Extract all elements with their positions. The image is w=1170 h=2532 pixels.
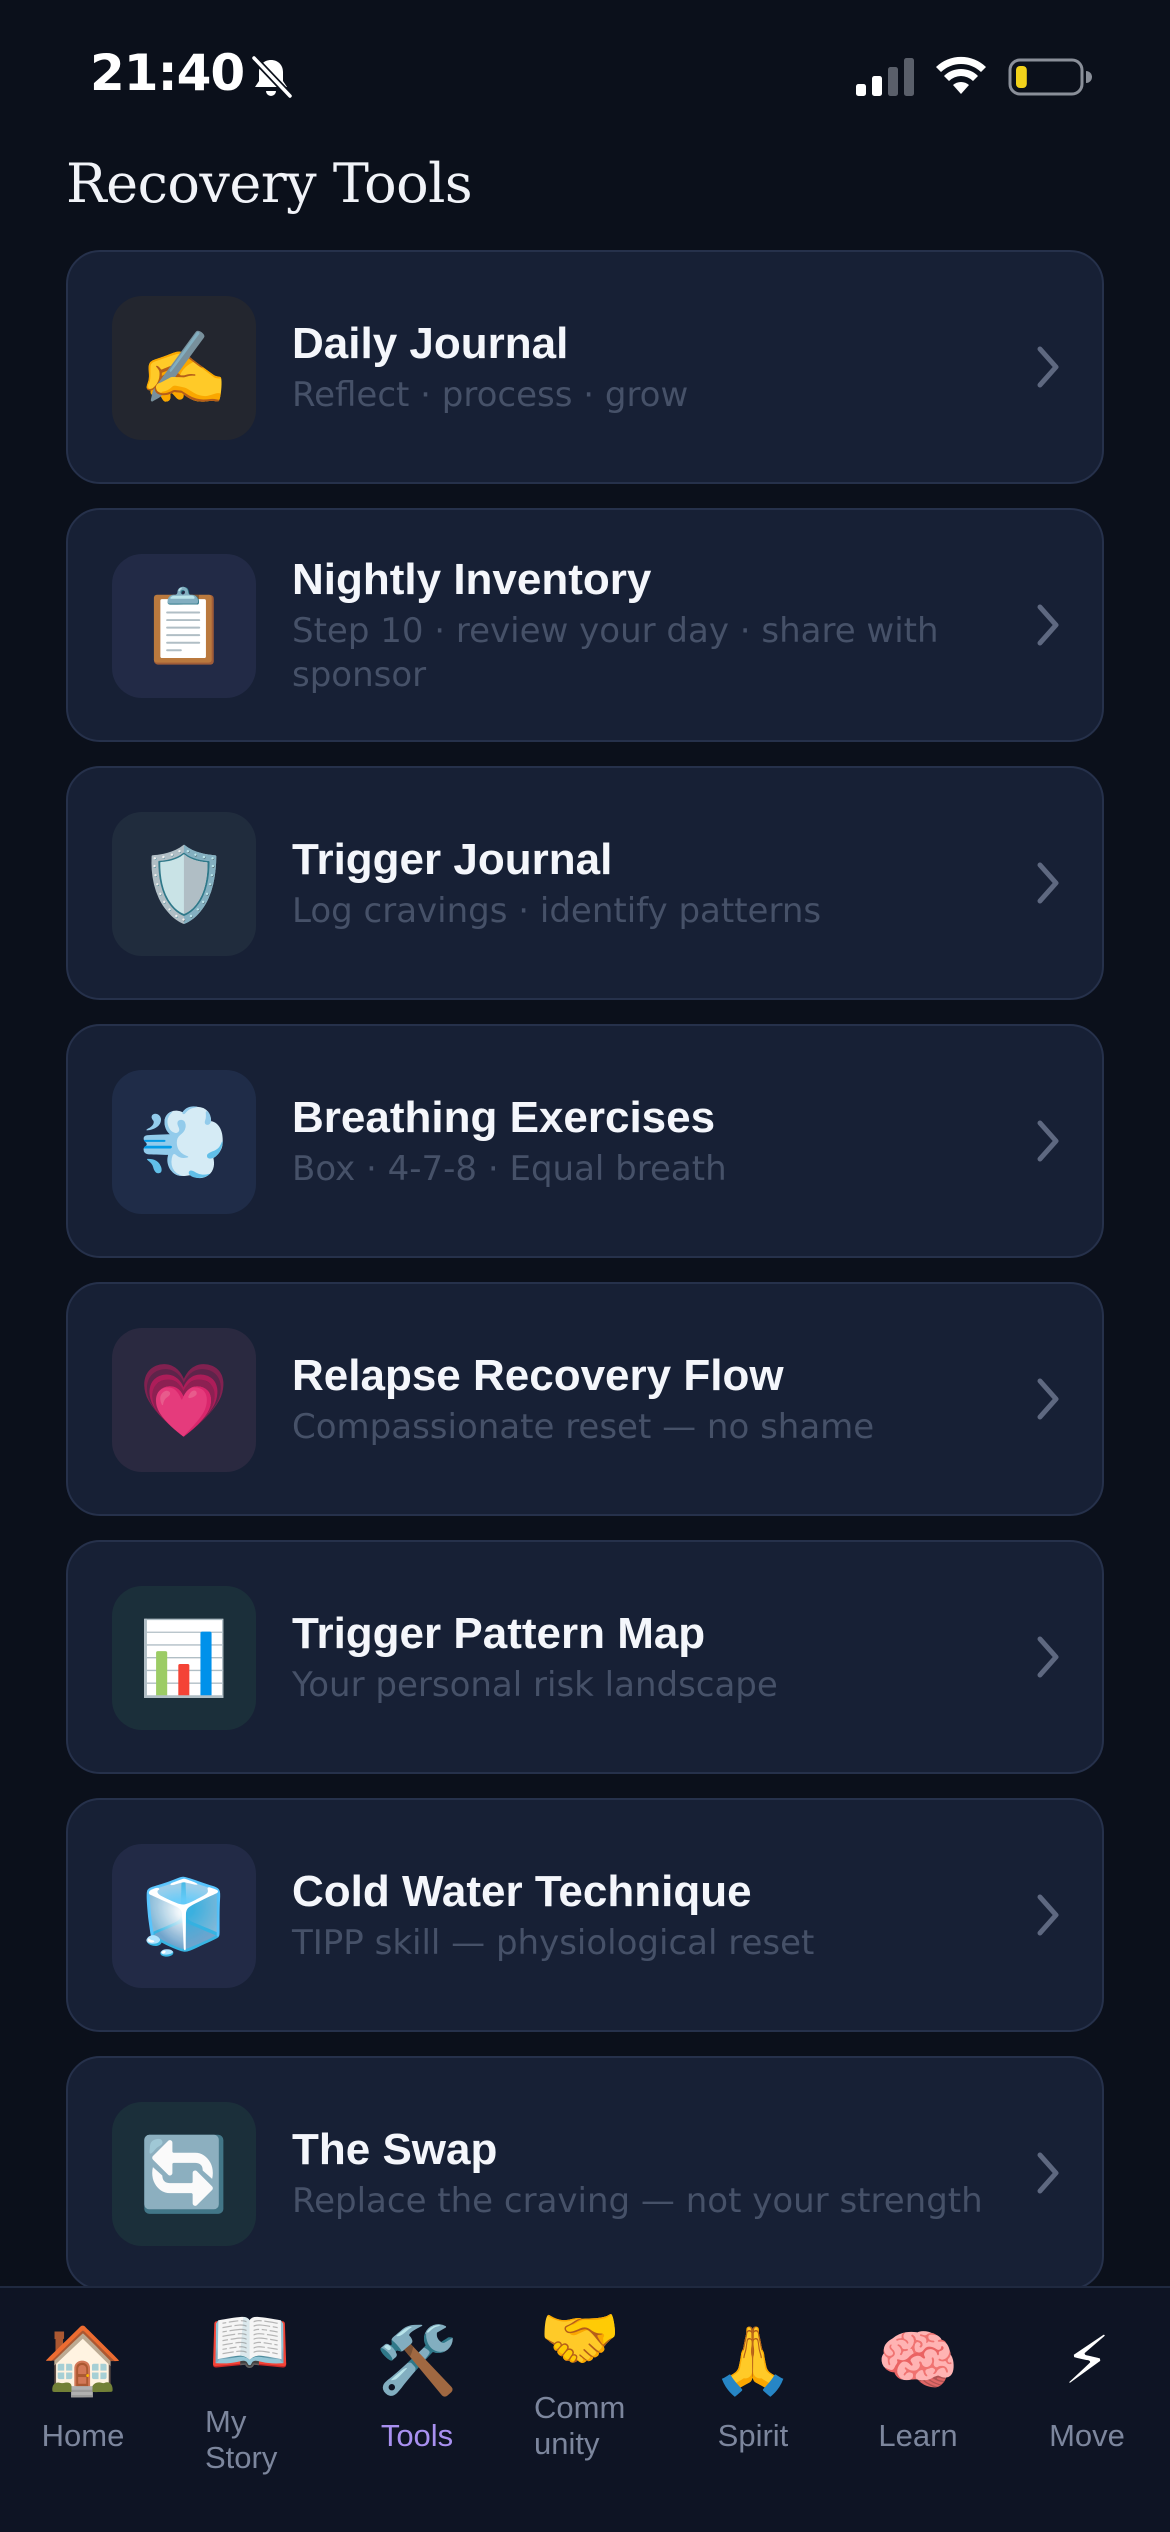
tool-title: Trigger Pattern Map	[292, 1609, 706, 1658]
status-bar: 21:40	[0, 0, 1170, 150]
nav-label: Tools	[380, 2418, 454, 2453]
nav-item-tools[interactable]: 🛠️ Tools	[352, 2288, 482, 2532]
shield-icon: 🛡️	[112, 812, 256, 956]
tool-subtitle: Compassionate reset — no shame	[292, 1407, 875, 1447]
tool-card-relapse-recovery-flow[interactable]: 💗 Relapse Recovery Flow Compassionate re…	[66, 1282, 1104, 1516]
chevron-right-icon	[1037, 2152, 1059, 2194]
tool-subtitle: Reflect · process · grow	[292, 375, 689, 415]
wind-icon: 💨	[112, 1070, 256, 1214]
page-title: Recovery Tools	[66, 152, 473, 215]
nav-label: Spirit	[717, 2418, 789, 2453]
tool-subtitle: Your personal risk landscape	[292, 1665, 778, 1705]
tool-title: Nightly Inventory	[292, 555, 652, 604]
wifi-icon	[936, 56, 986, 94]
tool-card-trigger-journal[interactable]: 🛡️ Trigger Journal Log cravings · identi…	[66, 766, 1104, 1000]
tool-subtitle: Log cravings · identify patterns	[292, 891, 822, 931]
house-icon: 🏠	[41, 2322, 125, 2399]
nav-label: Home	[41, 2418, 125, 2453]
swap-arrows-icon: 🔄	[112, 2102, 256, 2246]
ice-cube-icon: 🧊	[112, 1844, 256, 1988]
tool-title: The Swap	[292, 2125, 498, 2174]
chevron-right-icon	[1037, 1378, 1059, 1420]
cellular-signal-icon	[856, 58, 914, 96]
tool-subtitle: Replace the craving — not your strength	[292, 2181, 983, 2221]
nav-item-move[interactable]: ⚡ Move	[1022, 2288, 1152, 2532]
tool-title: Cold Water Technique	[292, 1867, 752, 1916]
chevron-right-icon	[1037, 862, 1059, 904]
tool-subtitle: Box · 4-7-8 · Equal breath	[292, 1149, 727, 1189]
nav-label: Learn	[878, 2418, 958, 2453]
bar-chart-icon: 📊	[112, 1586, 256, 1730]
tool-card-breathing-exercises[interactable]: 💨 Breathing Exercises Box · 4-7-8 · Equa…	[66, 1024, 1104, 1258]
tool-subtitle: TIPP skill — physiological reset	[292, 1923, 815, 1963]
lightning-icon: ⚡	[1063, 2322, 1111, 2399]
nav-label: Community	[534, 2390, 626, 2461]
tool-title: Breathing Exercises	[292, 1093, 716, 1142]
tool-title: Daily Journal	[292, 319, 569, 368]
nav-item-learn[interactable]: 🧠 Learn	[853, 2288, 983, 2532]
open-book-icon: 📖	[208, 2304, 292, 2381]
chevron-right-icon	[1037, 346, 1059, 388]
nav-item-my-story[interactable]: 📖 My Story	[190, 2288, 310, 2532]
tool-card-daily-journal[interactable]: ✍️ Daily Journal Reflect · process · gro…	[66, 250, 1104, 484]
battery-icon	[1008, 58, 1092, 96]
heart-icon: 💗	[112, 1328, 256, 1472]
brain-icon: 🧠	[876, 2322, 960, 2399]
nav-item-home[interactable]: 🏠 Home	[18, 2288, 148, 2532]
writing-hand-icon: ✍️	[112, 296, 256, 440]
nav-item-community[interactable]: 🤝 Community	[518, 2288, 642, 2532]
nav-label: My Story	[205, 2404, 278, 2475]
chevron-right-icon	[1037, 1894, 1059, 1936]
chevron-right-icon	[1037, 604, 1059, 646]
tools-icon: 🛠️	[375, 2322, 459, 2399]
tool-card-trigger-pattern-map[interactable]: 📊 Trigger Pattern Map Your personal risk…	[66, 1540, 1104, 1774]
clipboard-icon: 📋	[112, 554, 256, 698]
tool-title: Trigger Journal	[292, 835, 613, 884]
status-time: 21:40	[90, 44, 245, 102]
tool-subtitle: Step 10 · review your day · share with s…	[292, 611, 939, 695]
handshake-icon: 🤝	[538, 2300, 622, 2377]
chevron-right-icon	[1037, 1636, 1059, 1678]
tool-title: Relapse Recovery Flow	[292, 1351, 784, 1400]
tool-card-cold-water-technique[interactable]: 🧊 Cold Water Technique TIPP skill — phys…	[66, 1798, 1104, 2032]
nav-label: Move	[1049, 2418, 1125, 2453]
tool-card-nightly-inventory[interactable]: 📋 Nightly Inventory Step 10 · review you…	[66, 508, 1104, 742]
tool-card-the-swap[interactable]: 🔄 The Swap Replace the craving — not you…	[66, 2056, 1104, 2290]
bottom-nav: 🏠 Home 📖 My Story 🛠️ Tools 🤝 Community 🙏…	[0, 2286, 1170, 2532]
chevron-right-icon	[1037, 1120, 1059, 1162]
nav-item-spirit[interactable]: 🙏 Spirit	[688, 2288, 818, 2532]
bell-off-icon	[251, 55, 293, 99]
praying-hands-icon: 🙏	[711, 2322, 795, 2399]
